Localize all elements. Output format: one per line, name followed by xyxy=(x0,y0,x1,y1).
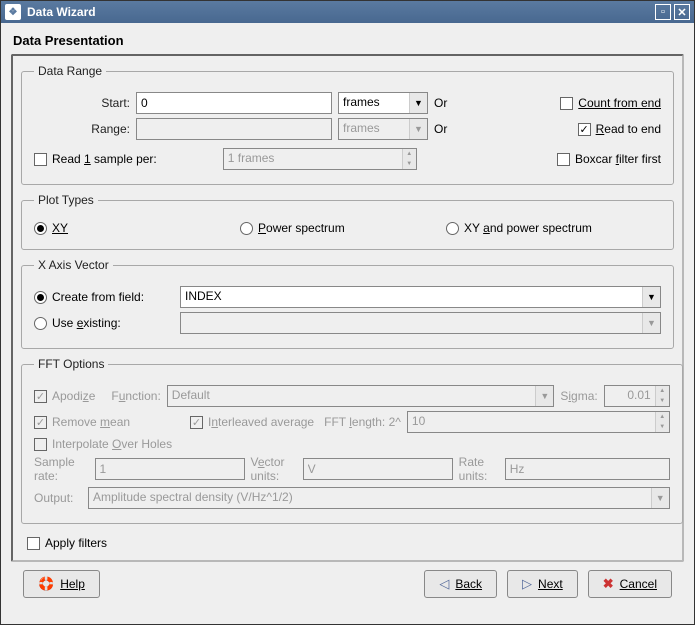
interleaved-checkbox[interactable]: ✓ Interleaved average xyxy=(190,415,314,429)
sigma-label: Sigma: xyxy=(560,389,597,403)
interpolate-checkbox[interactable]: Interpolate Over Holes xyxy=(34,437,172,451)
next-icon: ▷ xyxy=(522,576,532,592)
chevron-down-icon: ▼ xyxy=(642,313,660,333)
data-range-legend: Data Range xyxy=(34,64,106,78)
titlebar: ❖ Data Wizard ▫ ✕ xyxy=(1,1,694,23)
start-unit-dropdown[interactable]: frames ▼ xyxy=(338,92,428,114)
range-label: Range: xyxy=(34,122,130,136)
sample-rate-label: Sample rate: xyxy=(34,455,89,483)
sigma-spinbox: 0.01 ▲▼ xyxy=(604,385,670,407)
use-existing-dropdown: ▼ xyxy=(180,312,661,334)
remove-mean-checkbox[interactable]: ✓ Remove mean xyxy=(34,415,184,429)
plot-types-legend: Plot Types xyxy=(34,193,98,207)
chevron-down-icon: ▼ xyxy=(409,119,427,139)
fft-options-group: FFT Options ✓ Apodize Function: Default … xyxy=(21,357,683,524)
chevron-down-icon: ▼ xyxy=(651,488,669,508)
fft-options-legend: FFT Options xyxy=(34,357,108,371)
read-to-end-checkbox[interactable]: ✓ Read to end xyxy=(578,122,661,136)
back-icon: ◁ xyxy=(439,576,449,592)
app-icon: ❖ xyxy=(5,4,21,20)
chevron-down-icon: ▼ xyxy=(535,386,553,406)
chevron-down-icon: ▼ xyxy=(409,93,427,113)
x-axis-vector-group: X Axis Vector Create from field: INDEX ▼… xyxy=(21,258,674,349)
function-dropdown: Default ▼ xyxy=(167,385,555,407)
cancel-button[interactable]: ✖ Cancel xyxy=(588,570,672,598)
function-label: Function: xyxy=(111,389,160,403)
close-button[interactable]: ✕ xyxy=(674,4,690,20)
vector-units-input xyxy=(303,458,453,480)
start-input[interactable] xyxy=(136,92,332,114)
rate-units-label: Rate units: xyxy=(459,455,499,483)
plot-type-xy-radio[interactable]: XY xyxy=(34,221,234,235)
start-label: Start: xyxy=(34,96,130,110)
fft-length-label: FFT length: 2^ xyxy=(324,415,401,429)
cancel-icon: ✖ xyxy=(603,576,614,592)
plot-type-power-radio[interactable]: Power spectrum xyxy=(240,221,440,235)
count-from-end-checkbox[interactable]: Count from end xyxy=(560,96,661,110)
chevron-down-icon: ▼ xyxy=(642,287,660,307)
vector-units-label: Vector units: xyxy=(251,455,297,483)
help-button[interactable]: 🛟 Help xyxy=(23,570,100,598)
sample-rate-input xyxy=(95,458,245,480)
range-input xyxy=(136,118,332,140)
maximize-button[interactable]: ▫ xyxy=(655,4,671,20)
back-button[interactable]: ◁ Back xyxy=(424,570,497,598)
plot-types-group: Plot Types XY Power spectrum XY and powe… xyxy=(21,193,674,250)
page-title: Data Presentation xyxy=(13,33,684,48)
next-button[interactable]: ▷ Next xyxy=(507,570,578,598)
or-label-1: Or xyxy=(434,96,447,110)
plot-type-both-radio[interactable]: XY and power spectrum xyxy=(446,221,592,235)
apply-filters-checkbox[interactable]: Apply filters xyxy=(27,536,668,550)
range-unit-dropdown: frames ▼ xyxy=(338,118,428,140)
fft-length-spinbox: 10 ▲▼ xyxy=(407,411,670,433)
read-sample-per-checkbox[interactable]: Read 1 sample per: xyxy=(34,152,157,166)
read-sample-spinbox: 1 frames ▲▼ xyxy=(223,148,417,170)
boxcar-filter-checkbox[interactable]: Boxcar filter first xyxy=(557,152,661,166)
data-range-group: Data Range Start: frames ▼ Or Count from… xyxy=(21,64,674,185)
x-axis-vector-legend: X Axis Vector xyxy=(34,258,113,272)
help-icon: 🛟 xyxy=(38,576,54,592)
create-from-field-radio[interactable]: Create from field: xyxy=(34,290,174,304)
rate-units-input xyxy=(505,458,670,480)
or-label-2: Or xyxy=(434,122,447,136)
use-existing-radio[interactable]: Use existing: xyxy=(34,316,174,330)
create-from-field-dropdown[interactable]: INDEX ▼ xyxy=(180,286,661,308)
window-title: Data Wizard xyxy=(27,5,96,19)
apodize-checkbox[interactable]: ✓ Apodize xyxy=(34,389,95,403)
output-label: Output: xyxy=(34,491,82,505)
output-dropdown: Amplitude spectral density (V/Hz^1/2) ▼ xyxy=(88,487,670,509)
